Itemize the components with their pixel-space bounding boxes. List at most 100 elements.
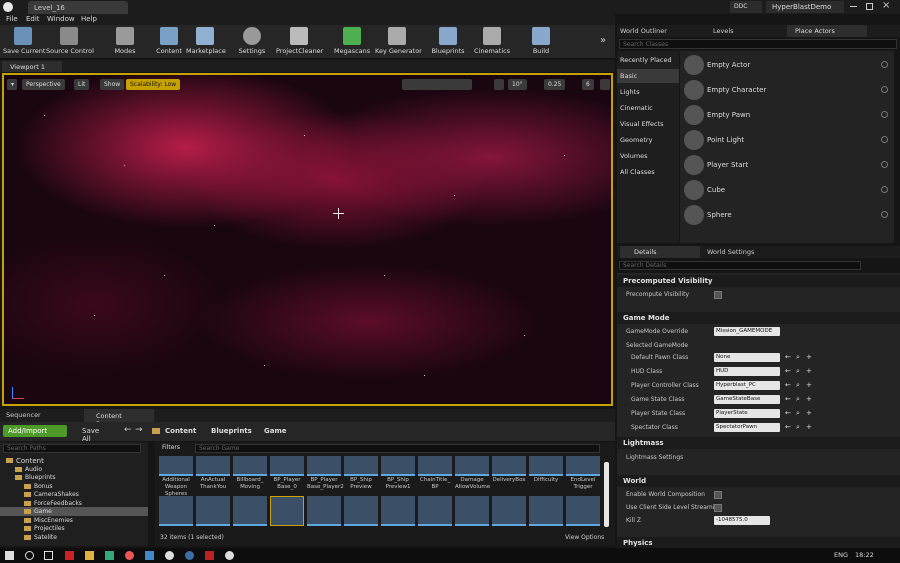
camera-speed-button[interactable]: 6 — [582, 79, 594, 90]
category-visual-effects[interactable]: Visual Effects — [617, 117, 679, 131]
minimize-icon[interactable] — [850, 6, 857, 7]
add-icon[interactable]: + — [806, 410, 813, 417]
asset-tile[interactable]: BP_Ship Preview1 — [381, 456, 415, 491]
asset-tile[interactable]: Damage AllowVolume — [455, 456, 490, 491]
lightmass-settings-label[interactable]: Lightmass Settings — [626, 454, 683, 461]
section-game-mode[interactable]: Game Mode — [617, 312, 900, 324]
browse-arrow-icon[interactable]: ← — [785, 368, 792, 375]
selected-gamemode-label[interactable]: Selected GameMode — [626, 342, 688, 349]
browse-arrow-icon[interactable]: ← — [785, 410, 792, 417]
add-icon[interactable]: + — [806, 396, 813, 403]
asset-tile[interactable] — [492, 496, 526, 526]
search-game-input[interactable]: Search Game — [195, 444, 600, 453]
folder-icon[interactable] — [85, 551, 94, 560]
asset-scrollbar[interactable] — [604, 462, 609, 527]
close-icon[interactable]: × — [882, 0, 890, 11]
maximize-icon[interactable] — [866, 3, 873, 10]
tab-world-settings[interactable]: World Settings — [707, 248, 754, 256]
menu-file[interactable]: File — [6, 15, 18, 23]
level-viewport[interactable]: ▾ Perspective Lit Show Scalability: Low … — [2, 73, 613, 406]
browse-arrow-icon[interactable]: ← — [785, 382, 792, 389]
breadcrumb-content[interactable]: Content — [165, 427, 196, 435]
toolbar-more-button[interactable]: » — [600, 35, 606, 46]
breadcrumb-game[interactable]: Game — [264, 427, 287, 435]
level-tab[interactable]: Level_16 — [28, 1, 128, 14]
cinematics-button[interactable]: Cinematics — [474, 27, 510, 55]
add-icon[interactable]: + — [806, 368, 813, 375]
section-world[interactable]: World — [617, 475, 900, 487]
scale-snap-button[interactable]: 0.25 — [544, 79, 566, 90]
tab-sequencer[interactable]: Sequencer — [6, 411, 41, 419]
search-icon[interactable]: ⌕ — [796, 354, 803, 361]
class-dropdown[interactable]: PlayerState — [714, 409, 780, 418]
settings-button[interactable]: Settings — [237, 27, 267, 55]
menu-window[interactable]: Window — [47, 15, 75, 23]
tab-place-actors[interactable]: Place Actors — [787, 25, 867, 37]
asset-tile[interactable]: BP_Player Base_Player2 — [307, 456, 344, 491]
asset-tile[interactable]: BP_Ship Preview — [344, 456, 378, 491]
asset-tile[interactable] — [566, 496, 600, 526]
world-option-checkbox[interactable] — [714, 504, 722, 512]
asset-tile[interactable]: AnActual ThankYou — [196, 456, 230, 491]
filters-button[interactable]: Filters — [158, 444, 192, 453]
search-icon[interactable]: ⌕ — [796, 368, 803, 375]
browser-icon[interactable] — [125, 551, 134, 560]
asset-tile[interactable] — [418, 496, 452, 526]
back-arrow-icon[interactable]: ← — [124, 425, 132, 435]
asset-tile[interactable] — [381, 496, 415, 526]
search-classes-input[interactable]: Search Classes — [619, 39, 897, 49]
modes-button[interactable]: Modes — [110, 27, 140, 55]
precompute-visibility-checkbox[interactable] — [714, 291, 722, 299]
save-current-button[interactable]: Save Current — [3, 27, 45, 55]
project-cleaner-button[interactable]: ProjectCleaner — [276, 27, 323, 55]
tab-world-outliner[interactable]: World Outliner — [620, 27, 667, 35]
asset-tile[interactable] — [233, 496, 267, 526]
windows-start-icon[interactable] — [5, 551, 14, 560]
ddc-badge[interactable]: DDC — [730, 1, 762, 13]
category-cinematic[interactable]: Cinematic — [617, 101, 679, 115]
megascans-button[interactable]: Megascans — [334, 27, 370, 55]
maximize-viewport-icon[interactable] — [600, 79, 610, 90]
help-icon[interactable] — [881, 86, 888, 93]
category-lights[interactable]: Lights — [617, 85, 679, 99]
app-icon[interactable] — [65, 551, 74, 560]
app-icon[interactable] — [145, 551, 154, 560]
help-icon[interactable] — [881, 61, 888, 68]
search-details-input[interactable]: Search Details — [619, 261, 861, 270]
category-geometry[interactable]: Geometry — [617, 133, 679, 147]
search-icon[interactable]: ⌕ — [796, 382, 803, 389]
forward-arrow-icon[interactable]: → — [135, 425, 143, 435]
class-dropdown[interactable]: None — [714, 353, 780, 362]
place-item-empty-actor[interactable]: Empty Actor — [682, 53, 892, 77]
help-icon[interactable] — [881, 161, 888, 168]
asset-tile[interactable] — [196, 496, 230, 526]
asset-tile[interactable]: Difficulty — [529, 456, 563, 484]
place-item-player-start[interactable]: Player Start — [682, 153, 892, 177]
save-all-button[interactable]: Save All — [72, 425, 116, 443]
category-recently-placed[interactable]: Recently Placed — [617, 53, 679, 67]
perspective-button[interactable]: Perspective — [22, 79, 65, 90]
menu-edit[interactable]: Edit — [26, 15, 40, 23]
section-precomputed-visibility[interactable]: Precomputed Visibility — [617, 275, 900, 287]
search-paths-input[interactable]: Search Paths — [3, 444, 141, 453]
category-volumes[interactable]: Volumes — [617, 149, 679, 163]
add-icon[interactable]: + — [806, 354, 813, 361]
transform-tools[interactable] — [402, 79, 472, 90]
unreal-taskbar-icon[interactable] — [225, 551, 234, 560]
place-item-sphere[interactable]: Sphere — [682, 203, 892, 227]
asset-tile[interactable] — [159, 496, 193, 526]
place-item-empty-pawn[interactable]: Empty Pawn — [682, 103, 892, 127]
add-icon[interactable]: + — [806, 382, 813, 389]
tab-content-browser[interactable]: Content Browser — [84, 409, 154, 428]
category-all-classes[interactable]: All Classes — [617, 165, 679, 179]
add-icon[interactable]: + — [806, 424, 813, 431]
world-option-checkbox[interactable] — [714, 491, 722, 499]
task-view-icon[interactable] — [44, 551, 53, 560]
place-item-point-light[interactable]: Point Light — [682, 128, 892, 152]
app-icon[interactable] — [205, 551, 214, 560]
marketplace-button[interactable]: Marketplace — [186, 27, 226, 55]
tab-details[interactable]: Details — [620, 246, 700, 258]
browse-arrow-icon[interactable]: ← — [785, 396, 792, 403]
class-dropdown[interactable]: SpectatorPawn — [714, 423, 780, 432]
browse-arrow-icon[interactable]: ← — [785, 424, 792, 431]
